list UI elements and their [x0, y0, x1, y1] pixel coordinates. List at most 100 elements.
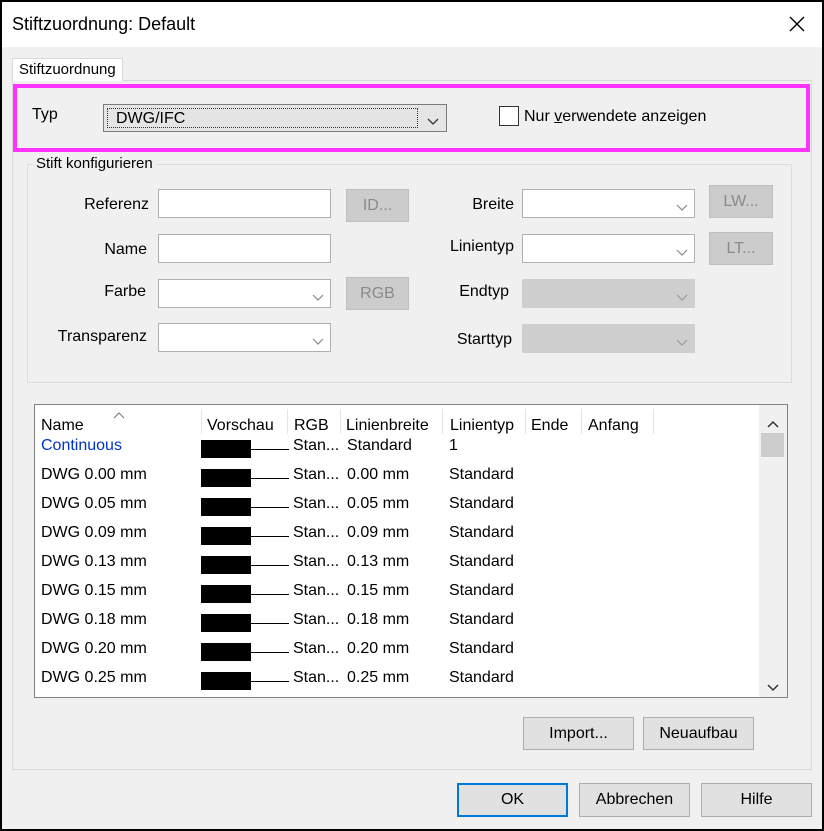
- table-row[interactable]: DWG 0.05 mm Stan... 0.05 mm Standard: [35, 491, 759, 520]
- row-name: DWG 0.09 mm: [41, 524, 147, 541]
- row-name: DWG 0.00 mm: [41, 466, 147, 483]
- close-icon[interactable]: [787, 14, 807, 34]
- row-linienbreite: 0.09 mm: [347, 524, 410, 541]
- hilfe-button[interactable]: Hilfe: [701, 783, 812, 817]
- preview-line: [251, 681, 289, 682]
- highlight-box: [13, 84, 810, 152]
- table-row[interactable]: DWG 0.18 mm Stan... 0.18 mm Standard: [35, 607, 759, 636]
- row-name: DWG 0.15 mm: [41, 582, 147, 599]
- row-linienbreite: 0.25 mm: [347, 669, 410, 686]
- chevron-down-icon: [312, 289, 324, 307]
- scrollbar-thumb[interactable]: [761, 433, 784, 457]
- import-button[interactable]: Import...: [523, 717, 634, 750]
- row-linientyp: Standard: [449, 495, 514, 512]
- endtyp-label: Endtyp: [459, 283, 509, 300]
- abbrechen-button[interactable]: Abbrechen: [579, 783, 690, 817]
- preview-line: [251, 565, 289, 566]
- transparenz-select[interactable]: [158, 323, 331, 352]
- row-name: DWG 0.05 mm: [41, 495, 147, 512]
- chevron-down-icon: [676, 334, 688, 352]
- preview-swatch: [201, 527, 251, 545]
- row-name: DWG 0.25 mm: [41, 669, 147, 686]
- scroll-up-icon[interactable]: [767, 415, 779, 433]
- linientyp-select[interactable]: [522, 234, 695, 263]
- column-separator: [525, 409, 526, 434]
- lw-button[interactable]: LW...: [709, 185, 773, 218]
- row-rgb: Stan...: [293, 524, 340, 541]
- preview-swatch: [201, 556, 251, 574]
- farbe-select[interactable]: [158, 279, 331, 308]
- row-rgb: Stan...: [293, 437, 340, 454]
- preview-line: [251, 652, 289, 653]
- row-linientyp: Standard: [449, 669, 514, 686]
- sort-up-icon: [113, 406, 125, 424]
- row-linienbreite: 0.13 mm: [347, 553, 410, 570]
- breite-select[interactable]: [522, 189, 695, 218]
- vertical-scrollbar[interactable]: [759, 405, 787, 697]
- lt-button[interactable]: LT...: [709, 232, 773, 265]
- row-name: DWG 0.13 mm: [41, 553, 147, 570]
- row-linienbreite: 0.20 mm: [347, 640, 410, 657]
- preview-line: [251, 623, 289, 624]
- preview-swatch: [201, 440, 251, 458]
- transparenz-label: Transparenz: [57, 328, 147, 345]
- row-linienbreite: Standard: [347, 437, 412, 454]
- table-row[interactable]: DWG 0.20 mm Stan... 0.20 mm Standard: [35, 636, 759, 665]
- row-linientyp: 1: [449, 437, 458, 454]
- row-rgb: Stan...: [293, 553, 340, 570]
- row-name: Continuous: [41, 437, 122, 454]
- window-title: Stiftzuordnung: Default: [12, 14, 196, 34]
- preview-line: [251, 594, 289, 595]
- pen-list[interactable]: Name Vorschau RGB Linienbreite Linientyp…: [34, 404, 788, 698]
- preview-line: [251, 536, 289, 537]
- column-separator: [653, 409, 654, 434]
- starttyp-label: Starttyp: [456, 331, 512, 348]
- table-row[interactable]: DWG 0.15 mm Stan... 0.15 mm Standard: [35, 578, 759, 607]
- scroll-down-icon[interactable]: [767, 679, 779, 697]
- row-linientyp: Standard: [449, 640, 514, 657]
- column-separator: [340, 409, 341, 434]
- table-row[interactable]: DWG 0.00 mm Stan... 0.00 mm Standard: [35, 462, 759, 491]
- row-linienbreite: 0.18 mm: [347, 611, 410, 628]
- row-linientyp: Standard: [449, 466, 514, 483]
- rgb-button[interactable]: RGB: [346, 277, 409, 310]
- preview-line: [251, 449, 289, 450]
- preview-swatch: [201, 469, 251, 487]
- preview-line: [251, 507, 289, 508]
- preview-swatch: [201, 672, 251, 690]
- row-name: DWG 0.20 mm: [41, 640, 147, 657]
- name-field[interactable]: [158, 234, 331, 263]
- chevron-down-icon: [676, 244, 688, 262]
- preview-line: [251, 478, 289, 479]
- preview-swatch: [201, 498, 251, 516]
- neuaufbau-button[interactable]: Neuaufbau: [643, 717, 754, 750]
- table-row[interactable]: Continuous Stan... Standard 1: [35, 433, 759, 462]
- row-name: DWG 0.18 mm: [41, 611, 147, 628]
- table-row[interactable]: DWG 0.25 mm Stan... 0.25 mm Standard: [35, 665, 759, 694]
- breite-label: Breite: [472, 196, 514, 213]
- row-linienbreite: 0.00 mm: [347, 466, 410, 483]
- linientyp-label: Linientyp: [449, 238, 514, 255]
- id-button[interactable]: ID...: [346, 189, 409, 222]
- farbe-label: Farbe: [104, 283, 146, 300]
- referenz-label: Referenz: [84, 196, 149, 213]
- row-linienbreite: 0.05 mm: [347, 495, 410, 512]
- chevron-down-icon: [676, 289, 688, 307]
- row-rgb: Stan...: [293, 466, 340, 483]
- row-linientyp: Standard: [449, 524, 514, 541]
- group-title: Stift konfigurieren: [33, 155, 156, 172]
- row-rgb: Stan...: [293, 582, 340, 599]
- row-linientyp: Standard: [449, 582, 514, 599]
- column-separator: [201, 409, 202, 434]
- row-rgb: Stan...: [293, 640, 340, 657]
- endtyp-select[interactable]: [522, 279, 695, 308]
- preview-swatch: [201, 585, 251, 603]
- row-linientyp: Standard: [449, 553, 514, 570]
- starttyp-select[interactable]: [522, 324, 695, 353]
- table-row[interactable]: DWG 0.13 mm Stan... 0.13 mm Standard: [35, 549, 759, 578]
- column-separator: [287, 409, 288, 434]
- ok-button[interactable]: OK: [457, 783, 568, 817]
- tab-stiftzuordnung[interactable]: Stiftzuordnung: [12, 58, 123, 81]
- table-row[interactable]: DWG 0.09 mm Stan... 0.09 mm Standard: [35, 520, 759, 549]
- referenz-field[interactable]: [158, 189, 331, 218]
